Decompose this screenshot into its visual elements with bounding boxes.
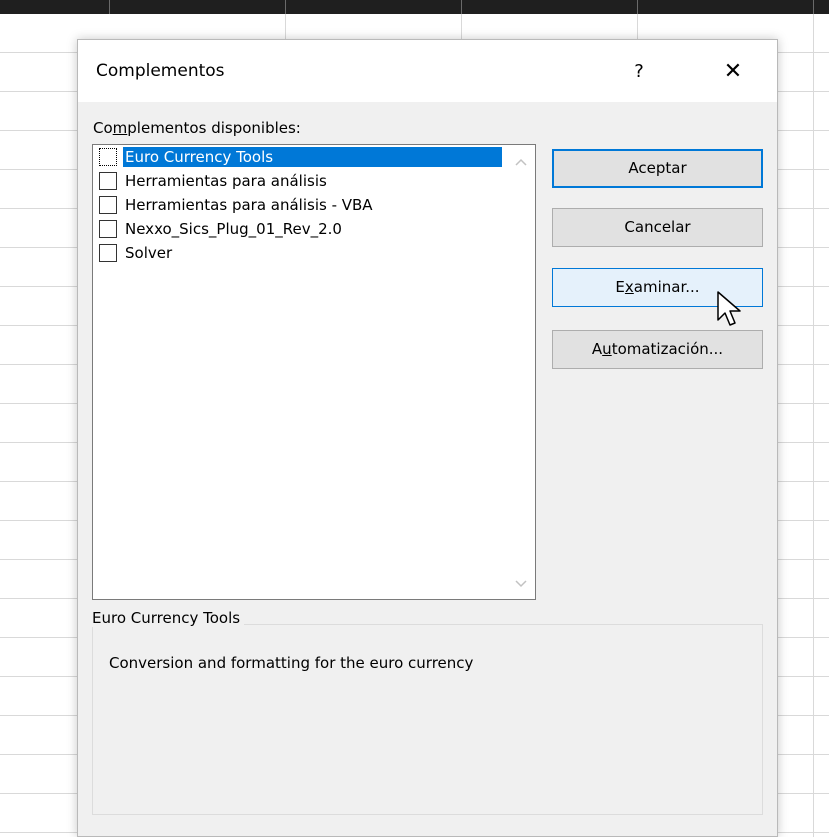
automation-button[interactable]: Automatización... xyxy=(552,330,763,369)
addin-item-euro-currency-tools[interactable]: Euro Currency Tools xyxy=(97,147,502,169)
addins-dialog: Complementos ? ✕ Complementos disponible… xyxy=(77,39,778,837)
addin-item-label: Nexxo_Sics_Plug_01_Rev_2.0 xyxy=(125,220,342,238)
accept-button[interactable]: Aceptar xyxy=(552,149,763,188)
addins-list[interactable]: Euro Currency Tools Herramientas para an… xyxy=(92,144,536,600)
addin-checkbox[interactable] xyxy=(99,172,117,190)
addin-checkbox[interactable] xyxy=(99,220,117,238)
scroll-up-arrow-icon[interactable] xyxy=(513,155,529,169)
addin-item-nexxo-sics-plug[interactable]: Nexxo_Sics_Plug_01_Rev_2.0 xyxy=(97,219,502,241)
cancel-button[interactable]: Cancelar xyxy=(552,208,763,247)
description-group xyxy=(92,624,763,815)
dialog-titlebar: Complementos ? ✕ xyxy=(78,40,777,102)
addin-checkbox[interactable] xyxy=(99,196,117,214)
addin-checkbox[interactable] xyxy=(99,244,117,262)
scroll-down-arrow-icon[interactable] xyxy=(513,577,529,591)
addin-item-label: Solver xyxy=(125,244,173,262)
mouse-pointer-icon xyxy=(717,291,741,326)
addins-list-label: Complementos disponibles: xyxy=(93,119,301,137)
addin-item-analysis-toolpak[interactable]: Herramientas para análisis xyxy=(97,171,502,193)
close-icon: ✕ xyxy=(723,59,743,84)
dialog-title: Complementos xyxy=(96,61,225,81)
column-header-bar xyxy=(0,0,829,14)
addin-item-solver[interactable]: Solver xyxy=(97,243,502,265)
help-button[interactable]: ? xyxy=(618,56,660,88)
addin-checkbox[interactable] xyxy=(99,148,117,166)
addin-item-label: Herramientas para análisis - VBA xyxy=(125,196,373,214)
close-button[interactable]: ✕ xyxy=(710,56,756,88)
addin-item-analysis-toolpak-vba[interactable]: Herramientas para análisis - VBA xyxy=(97,195,502,217)
addin-item-label: Euro Currency Tools xyxy=(123,147,502,167)
description-text: Conversion and formatting for the euro c… xyxy=(109,654,474,672)
description-title: Euro Currency Tools xyxy=(90,609,245,627)
addin-item-label: Herramientas para análisis xyxy=(125,172,327,190)
